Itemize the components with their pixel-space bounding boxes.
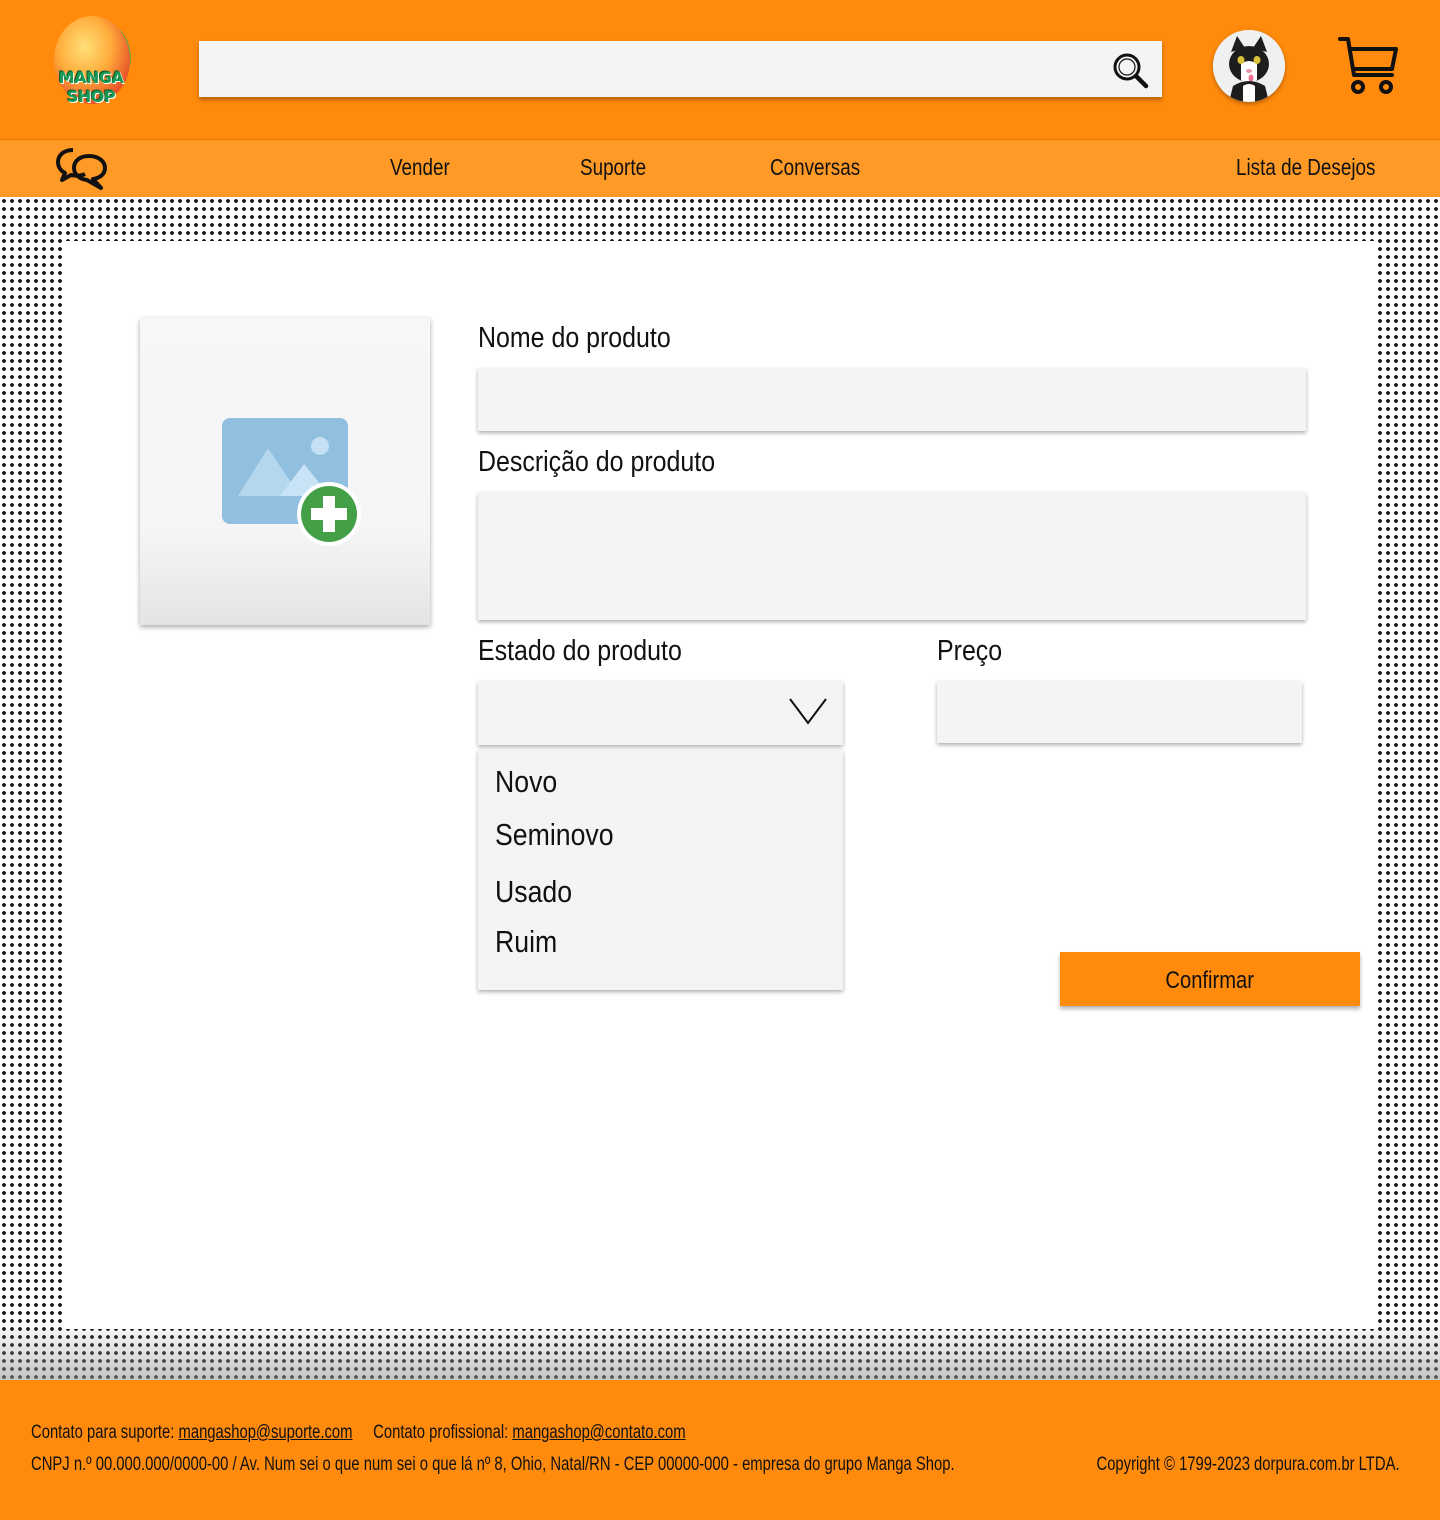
search-input[interactable] — [199, 41, 1162, 97]
footer-legal-text: CNPJ n.º 00.000.000/0000-00 / Av. Num se… — [31, 1454, 955, 1475]
professional-email-link[interactable]: mangashop@contato.com — [512, 1422, 685, 1443]
cat-avatar-icon — [1213, 30, 1285, 102]
user-avatar[interactable] — [1213, 30, 1285, 102]
support-email-link[interactable]: mangashop@suporte.com — [178, 1422, 352, 1443]
condition-option-ruim[interactable]: Ruim — [495, 924, 557, 960]
background-shadow — [0, 1320, 1440, 1380]
add-image-icon — [222, 418, 361, 546]
nav-link-lista-de-desejos[interactable]: Lista de Desejos — [1236, 154, 1375, 181]
nav-link-suporte[interactable]: Suporte — [580, 154, 646, 181]
support-contact-label: Contato para suporte: — [31, 1422, 175, 1443]
condition-dropdown-menu: Novo Seminovo Usado Ruim — [478, 750, 843, 990]
product-description-label: Descrição do produto — [478, 446, 716, 478]
footer: Contato para suporte: mangashop@suporte.… — [0, 1380, 1440, 1520]
product-name-label: Nome do produto — [478, 322, 671, 354]
product-description-input[interactable] — [478, 492, 1306, 620]
price-input[interactable] — [937, 681, 1302, 743]
footer-copyright: Copyright © 1799-2023 dorpura.com.br LTD… — [1096, 1454, 1400, 1475]
confirm-button-label: Confirmar — [1165, 967, 1255, 994]
condition-option-novo[interactable]: Novo — [495, 764, 557, 800]
chat-bubbles-icon[interactable] — [55, 146, 109, 192]
product-condition-select[interactable] — [478, 681, 843, 745]
professional-contact-label: Contato profissional: — [373, 1422, 509, 1443]
chevron-down-icon[interactable] — [788, 695, 828, 729]
nav-link-conversas[interactable]: Conversas — [770, 154, 860, 181]
search-icon[interactable] — [1110, 50, 1150, 90]
product-condition-label: Estado do produto — [478, 635, 682, 667]
manga-shop-logo[interactable]: MANGA SHOP — [36, 14, 146, 106]
image-upload-area[interactable] — [140, 318, 430, 625]
condition-option-seminovo[interactable]: Seminovo — [495, 817, 614, 853]
confirm-button[interactable]: Confirmar — [1060, 952, 1360, 1006]
nav-link-vender[interactable]: Vender — [390, 154, 450, 181]
logo-text: MANGA SHOP — [58, 68, 124, 106]
condition-option-usado[interactable]: Usado — [495, 874, 572, 910]
header-bar: MANGA SHOP — [0, 0, 1440, 139]
product-name-input[interactable] — [478, 368, 1306, 431]
footer-contacts: Contato para suporte: mangashop@suporte.… — [31, 1422, 686, 1444]
nav-bar: Vender Suporte Conversas Lista de Desejo… — [0, 139, 1440, 197]
cart-icon[interactable] — [1336, 33, 1400, 97]
price-label: Preço — [937, 635, 1003, 667]
